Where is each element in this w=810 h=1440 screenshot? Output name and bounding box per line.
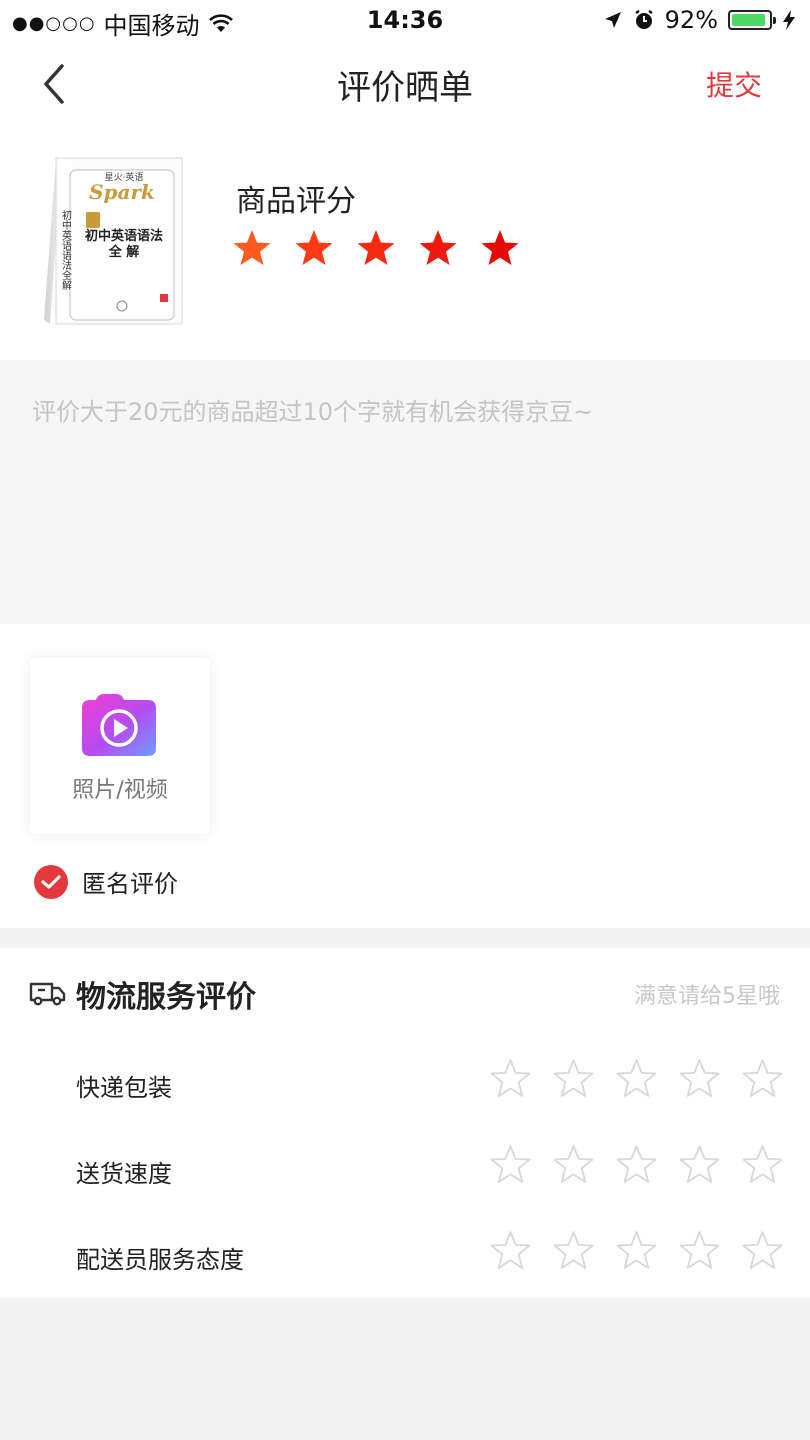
- star-outline-icon[interactable]: [616, 1230, 657, 1271]
- cover-text-overlay: 星火·英语 Spark 初中英语语法 全 解 初中英语语法全解: [60, 171, 164, 291]
- star-outline-icon[interactable]: [679, 1230, 720, 1271]
- logistics-row-speed: 送货速度: [0, 1126, 810, 1212]
- logistics-row-packaging: 快递包装: [0, 1040, 810, 1126]
- product-rating-label: 商品评分: [236, 184, 356, 219]
- star-outline-icon[interactable]: [553, 1144, 594, 1185]
- logistics-row-stars: [490, 1230, 783, 1271]
- alarm-clock-icon: [634, 10, 653, 29]
- cover-spine: 初中英语语法全解: [60, 209, 72, 291]
- logistics-hint: 满意请给5星哦: [634, 984, 780, 1009]
- star-outline-icon[interactable]: [616, 1144, 657, 1185]
- cover-title-line2: 全 解: [108, 244, 140, 260]
- logistics-section: 物流服务评价 满意请给5星哦 快递包装 送货速度 配送员服务态度: [0, 948, 810, 1298]
- cover-title-line1: 初中英语语法: [85, 228, 163, 244]
- star-outline-icon[interactable]: [490, 1058, 531, 1099]
- star-outline-icon[interactable]: [742, 1058, 783, 1099]
- location-arrow-icon: [604, 12, 621, 28]
- status-bar: ●●○○○ 中国移动 14:36 92%: [0, 0, 810, 40]
- review-placeholder: 评价大于20元的商品超过10个字就有机会获得京豆~: [32, 398, 594, 426]
- logistics-row-label: 快递包装: [76, 1074, 172, 1102]
- nav-bar: 评价晒单 提交: [0, 40, 810, 128]
- logistics-row-stars: [490, 1144, 783, 1185]
- battery-fill: [732, 14, 766, 26]
- star-filled-icon[interactable]: [356, 228, 396, 268]
- status-right: 92%: [603, 6, 796, 34]
- star-outline-icon[interactable]: [553, 1058, 594, 1099]
- truck-icon: [29, 982, 66, 1006]
- upload-section: 照片/视频 匿名评价: [0, 624, 810, 928]
- submit-button[interactable]: 提交: [706, 64, 762, 104]
- logistics-row-stars: [490, 1058, 783, 1099]
- star-filled-icon[interactable]: [294, 228, 334, 268]
- star-outline-icon[interactable]: [616, 1058, 657, 1099]
- upload-label: 照片/视频: [72, 778, 168, 803]
- logistics-row-courier-attitude: 配送员服务态度: [0, 1212, 810, 1298]
- review-textarea[interactable]: 评价大于20元的商品超过10个字就有机会获得京豆~: [0, 360, 810, 624]
- battery-percent: 92%: [664, 6, 718, 34]
- star-filled-icon[interactable]: [480, 228, 520, 268]
- product-rating-stars: [232, 228, 520, 268]
- logistics-title: 物流服务评价: [76, 980, 256, 1015]
- star-outline-icon[interactable]: [679, 1144, 720, 1185]
- battery-icon: [728, 10, 776, 30]
- charging-bolt-icon: [783, 10, 795, 30]
- upload-photo-video-button[interactable]: 照片/视频: [30, 658, 210, 834]
- star-filled-icon[interactable]: [232, 228, 272, 268]
- star-outline-icon[interactable]: [490, 1230, 531, 1271]
- cover-brand: Spark: [89, 180, 155, 204]
- logistics-row-label: 送货速度: [76, 1160, 172, 1188]
- page-title: 评价晒单: [337, 68, 473, 108]
- star-outline-icon[interactable]: [742, 1230, 783, 1271]
- anonymous-review-toggle[interactable]: 匿名评价: [34, 864, 178, 899]
- anonymous-label: 匿名评价: [82, 870, 178, 898]
- star-outline-icon[interactable]: [679, 1058, 720, 1099]
- camera-video-icon: [82, 694, 156, 756]
- checkmark-icon[interactable]: [34, 864, 68, 899]
- star-filled-icon[interactable]: [418, 228, 458, 268]
- star-outline-icon[interactable]: [490, 1144, 531, 1185]
- star-outline-icon[interactable]: [553, 1230, 594, 1271]
- logistics-row-label: 配送员服务态度: [76, 1246, 244, 1274]
- star-outline-icon[interactable]: [742, 1144, 783, 1185]
- product-section: 星火·英语 Spark 初中英语语法 全 解 初中英语语法全解 商品评分: [0, 128, 810, 360]
